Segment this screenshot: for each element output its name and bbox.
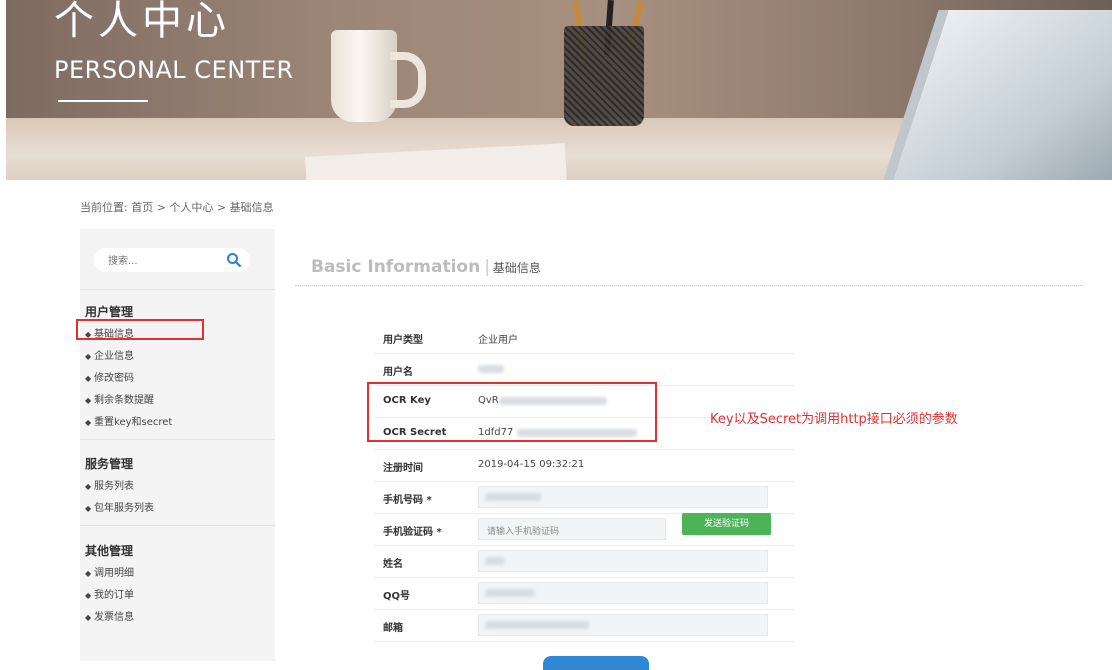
sidebar-item-label: 发票信息 bbox=[94, 612, 134, 623]
row-phone: 手机号码 * bbox=[375, 481, 795, 514]
username-value-redacted bbox=[478, 365, 504, 373]
sidebar-item-remaining-reminder[interactable]: ◆ 剩余条数提醒 bbox=[85, 391, 154, 406]
row-user-type: 用户类型 企业用户 bbox=[375, 321, 795, 354]
bullet-icon: ◆ bbox=[85, 418, 92, 427]
sidebar-item-label: 调用明细 bbox=[94, 568, 134, 579]
banner-cup-image bbox=[331, 30, 397, 122]
bullet-icon: ◆ bbox=[85, 591, 92, 600]
breadcrumb: 当前位置: 首页 > 个人中心 > 基础信息 bbox=[80, 201, 274, 214]
sidebar: 用户管理 ◆基础信息 ◆企业信息 ◆修改密码 ◆剩余条数提醒 ◆重置key和se… bbox=[80, 229, 275, 661]
personal-center-banner: 个人中心 PERSONAL CENTER bbox=[6, 0, 1112, 180]
email-value-redacted bbox=[485, 621, 589, 629]
email-label: 邮箱 bbox=[383, 623, 403, 634]
active-item-highlight-box bbox=[76, 319, 204, 340]
register-time-value: 2019-04-15 09:32:21 bbox=[478, 459, 585, 470]
sidebar-item-label: 包年服务列表 bbox=[94, 503, 154, 514]
sms-code-label: 手机验证码 * bbox=[383, 527, 442, 538]
page-title: Basic Information | 基础信息 bbox=[311, 257, 541, 277]
sidebar-item-label: 剩余条数提醒 bbox=[94, 395, 154, 406]
sidebar-divider bbox=[80, 439, 275, 440]
annotation-note: Key以及Secret为调用http接口必须的参数 bbox=[710, 412, 958, 427]
qq-label: QQ号 bbox=[383, 591, 411, 602]
row-register-time: 注册时间 2019-04-15 09:32:21 bbox=[375, 449, 795, 482]
sidebar-item-reset-key-secret[interactable]: ◆ 重置key和secret bbox=[85, 413, 172, 428]
name-value-redacted bbox=[485, 557, 505, 565]
phone-label: 手机号码 * bbox=[383, 495, 432, 506]
phone-value-redacted bbox=[485, 493, 541, 501]
bullet-icon: ◆ bbox=[85, 504, 92, 513]
main-panel: Basic Information | 基础信息 用户类型 企业用户 用户名 OCR… bbox=[295, 229, 1095, 661]
sidebar-item-call-details[interactable]: ◆ 调用明细 bbox=[85, 564, 134, 579]
sidebar-item-label: 企业信息 bbox=[94, 351, 134, 362]
title-underline bbox=[295, 285, 1083, 286]
sidebar-divider bbox=[80, 289, 275, 290]
bullet-icon: ◆ bbox=[85, 352, 92, 361]
bullet-icon: ◆ bbox=[85, 482, 92, 491]
send-code-button[interactable]: 发送验证码 bbox=[682, 513, 771, 535]
user-type-value: 企业用户 bbox=[478, 335, 518, 346]
sidebar-item-label: 修改密码 bbox=[94, 373, 134, 384]
register-time-label: 注册时间 bbox=[383, 463, 423, 474]
username-label: 用户名 bbox=[383, 367, 413, 378]
sidebar-item-my-orders[interactable]: ◆ 我的订单 bbox=[85, 586, 134, 601]
sms-code-field[interactable]: 请输入手机验证码 bbox=[478, 518, 666, 540]
bullet-icon: ◆ bbox=[85, 374, 92, 383]
search-icon[interactable] bbox=[226, 252, 242, 268]
row-name: 姓名 bbox=[375, 545, 795, 578]
search-box[interactable] bbox=[94, 248, 250, 272]
banner-cup-handle bbox=[390, 52, 426, 108]
banner-title-underline bbox=[58, 100, 148, 102]
menu-group-service: 服务管理 bbox=[85, 457, 134, 471]
banner-pencil-holder bbox=[564, 26, 644, 126]
menu-group-user: 用户管理 bbox=[85, 305, 134, 319]
save-button[interactable] bbox=[543, 656, 649, 670]
qq-value-redacted bbox=[485, 589, 535, 597]
banner-title-en: PERSONAL CENTER bbox=[54, 56, 294, 84]
sidebar-divider bbox=[80, 525, 275, 526]
menu-group-other: 其他管理 bbox=[85, 544, 134, 558]
banner-title-cn: 个人中心 bbox=[54, 0, 230, 44]
sidebar-item-invoice-info[interactable]: ◆ 发票信息 bbox=[85, 608, 134, 623]
sidebar-item-annual-service-list[interactable]: ◆ 包年服务列表 bbox=[85, 499, 154, 514]
sidebar-item-label: 我的订单 bbox=[94, 590, 134, 601]
bullet-icon: ◆ bbox=[85, 613, 92, 622]
email-field[interactable] bbox=[478, 614, 768, 636]
sidebar-item-service-list[interactable]: ◆ 服务列表 bbox=[85, 477, 134, 492]
phone-field[interactable] bbox=[478, 486, 768, 508]
sidebar-item-label: 重置key和secret bbox=[94, 417, 173, 428]
page-title-cn: 基础信息 bbox=[492, 261, 541, 275]
row-qq: QQ号 bbox=[375, 577, 795, 610]
bullet-icon: ◆ bbox=[85, 569, 92, 578]
ocr-highlight-box bbox=[367, 382, 657, 442]
sidebar-item-label: 服务列表 bbox=[94, 481, 134, 492]
row-email: 邮箱 bbox=[375, 609, 795, 642]
title-separator: | bbox=[484, 257, 490, 277]
sms-code-placeholder: 请输入手机验证码 bbox=[487, 527, 560, 537]
sidebar-item-change-password[interactable]: ◆ 修改密码 bbox=[85, 369, 134, 384]
qq-field[interactable] bbox=[478, 582, 768, 604]
page-title-en: Basic Information bbox=[311, 257, 481, 277]
search-input[interactable] bbox=[106, 252, 220, 270]
sidebar-item-company-info[interactable]: ◆ 企业信息 bbox=[85, 347, 134, 362]
name-field[interactable] bbox=[478, 550, 768, 572]
user-type-label: 用户类型 bbox=[383, 335, 423, 346]
name-label: 姓名 bbox=[383, 559, 403, 570]
bullet-icon: ◆ bbox=[85, 396, 92, 405]
